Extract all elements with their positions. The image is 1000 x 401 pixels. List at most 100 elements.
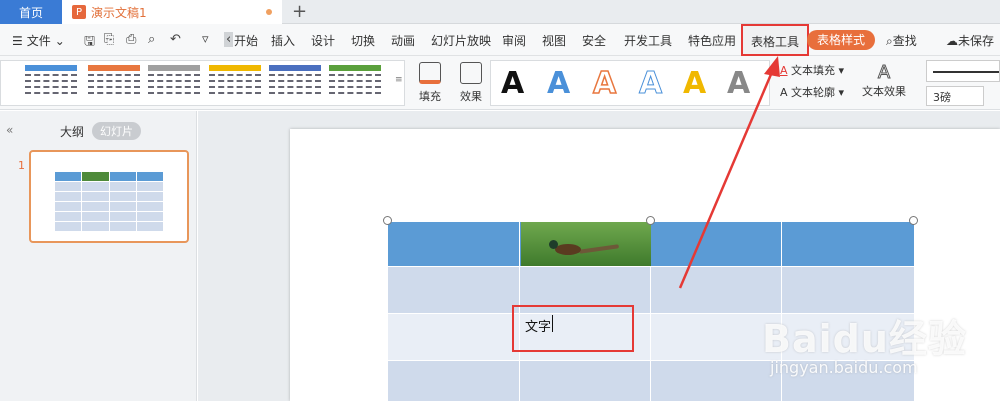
file-menu-label: 文件 xyxy=(26,34,51,48)
cell-text[interactable]: 文字 xyxy=(525,316,551,335)
table-style-option[interactable] xyxy=(209,65,261,103)
unsaved-dot-icon xyxy=(266,9,272,15)
wordart-option[interactable]: A xyxy=(727,65,750,103)
tab-home[interactable]: 首页 xyxy=(0,0,62,24)
text-outline-label: 文本轮廓 xyxy=(791,86,836,99)
cloud-icon: ☁ xyxy=(946,34,958,48)
wordart-option[interactable]: A xyxy=(638,65,662,103)
menu-animation[interactable]: 动画 xyxy=(391,32,415,49)
wordart-option[interactable]: A xyxy=(683,65,706,103)
text-fill-icon: A xyxy=(780,64,788,77)
text-outline-icon: A xyxy=(780,86,788,99)
table-cell[interactable] xyxy=(388,267,520,313)
resize-handle[interactable] xyxy=(383,216,392,225)
table-cell[interactable] xyxy=(388,361,520,401)
tab-document[interactable]: P 演示文稿1 xyxy=(62,0,282,24)
chevron-down-icon: ⌄ xyxy=(54,33,65,48)
text-effect-label: 文本效果 xyxy=(862,85,906,98)
table-style-option[interactable] xyxy=(148,65,200,103)
text-outline-button[interactable]: A 文本轮廓 ▾ xyxy=(780,84,844,100)
menu-special[interactable]: 特色应用 xyxy=(688,32,736,49)
tab-outline[interactable]: 大纲 xyxy=(60,123,84,140)
find-label: 查找 xyxy=(892,34,917,48)
save-icon[interactable]: 🖫 xyxy=(84,32,95,54)
bird-body-shape xyxy=(555,244,581,255)
wordart-gallery: A A A A A A xyxy=(490,60,770,106)
line-style-select[interactable] xyxy=(926,60,1000,82)
effect-label: 效果 xyxy=(460,90,482,103)
table-style-swatch xyxy=(148,65,200,71)
table-cell[interactable] xyxy=(388,314,520,360)
save-status[interactable]: ☁未保存 xyxy=(946,32,994,49)
hamburger-icon: ☰ xyxy=(12,33,23,48)
resize-handle[interactable] xyxy=(909,216,918,225)
table-style-option[interactable] xyxy=(25,65,77,103)
table-cell[interactable] xyxy=(388,222,520,266)
menu-table-tools[interactable]: 表格工具 xyxy=(741,24,810,56)
text-caret xyxy=(552,315,553,332)
effect-icon xyxy=(460,62,482,84)
table-style-swatch xyxy=(25,65,77,71)
menu-view[interactable]: 视图 xyxy=(542,32,566,49)
menu-security[interactable]: 安全 xyxy=(582,32,606,49)
table-style-option[interactable] xyxy=(88,65,140,103)
menu-bar: ☰ 文件 ⌄ 🖫 ⎘ ⎙ ⌕ ↶ ▿ ‹ 开始 插入 设计 切换 动画 幻灯片放… xyxy=(0,24,1000,56)
table-cell[interactable] xyxy=(520,361,651,401)
fill-button[interactable]: 填充 xyxy=(410,60,450,106)
menu-developer[interactable]: 开发工具 xyxy=(624,32,672,49)
tab-bar: 首页 P 演示文稿1 + xyxy=(0,0,1000,24)
wordart-option[interactable]: A xyxy=(547,65,570,103)
gallery-expand-icon[interactable]: ≡ xyxy=(395,75,403,85)
table-cell[interactable] xyxy=(651,222,782,266)
more-icon[interactable]: ▿ xyxy=(202,32,209,47)
table-style-option[interactable] xyxy=(269,65,321,103)
collapse-panel-icon[interactable]: « xyxy=(6,123,13,137)
bird-head-shape xyxy=(549,240,558,249)
watermark-brand: Baidu经验 xyxy=(762,317,967,361)
ribbon: ≡ 填充 效果 A A A A A A A 文本填充 ▾ A 文本轮廓 ▾ A … xyxy=(0,56,1000,110)
search-icon: ⌕ xyxy=(886,34,893,48)
table-style-swatch xyxy=(329,65,381,71)
table-cell[interactable] xyxy=(782,222,914,266)
menu-transition[interactable]: 切换 xyxy=(351,32,375,49)
text-effect-button[interactable]: A 文本效果 xyxy=(856,62,912,99)
table-style-swatch xyxy=(269,65,321,71)
menu-slideshow[interactable]: 幻灯片放映 xyxy=(431,32,491,49)
text-fill-label: 文本填充 xyxy=(791,64,836,77)
table-style-option[interactable] xyxy=(329,65,381,103)
table-header-row xyxy=(388,222,914,266)
menu-insert[interactable]: 插入 xyxy=(271,32,295,49)
menu-review[interactable]: 审阅 xyxy=(502,32,526,49)
menu-design[interactable]: 设计 xyxy=(311,32,335,49)
menu-start[interactable]: 开始 xyxy=(234,32,258,49)
file-menu[interactable]: ☰ 文件 ⌄ xyxy=(12,32,65,49)
text-fill-button[interactable]: A 文本填充 ▾ xyxy=(780,62,844,78)
effect-button[interactable]: 效果 xyxy=(452,60,490,106)
tab-slides[interactable]: 幻灯片 xyxy=(92,122,141,140)
print-icon[interactable]: ⎙ xyxy=(126,32,136,47)
undo-icon[interactable]: ↶ xyxy=(170,32,181,47)
wordart-option[interactable]: A xyxy=(501,65,524,103)
print-preview-icon[interactable]: ⌕ xyxy=(148,32,155,47)
slides-panel: « 大纲 幻灯片 1 xyxy=(0,111,197,401)
resize-handle[interactable] xyxy=(646,216,655,225)
watermark: Baidu经验 jingyan.baidu.com xyxy=(762,300,1000,400)
scroll-left-icon[interactable]: ‹ xyxy=(224,32,234,47)
table-style-swatch xyxy=(88,65,140,71)
presentation-icon: P xyxy=(72,5,86,19)
fill-bucket-icon xyxy=(419,62,441,84)
document-title: 演示文稿1 xyxy=(91,5,147,20)
new-tab-button[interactable]: + xyxy=(292,1,307,23)
line-weight-select[interactable]: 3磅 xyxy=(926,86,984,106)
save-status-label: 未保存 xyxy=(958,34,995,48)
wordart-option[interactable]: A xyxy=(592,65,617,103)
text-effect-icon: A xyxy=(877,62,891,84)
bird-image[interactable] xyxy=(521,222,651,266)
slide-thumbnail[interactable] xyxy=(29,150,189,243)
format-painter-icon[interactable]: ⎘ xyxy=(104,32,114,47)
line-controls: 3磅 xyxy=(924,60,1000,106)
bird-tail-shape xyxy=(578,244,620,254)
menu-table-style[interactable]: 表格样式 xyxy=(807,30,876,50)
find-button[interactable]: ⌕查找 xyxy=(886,32,917,49)
thumbnail-table xyxy=(55,172,163,232)
